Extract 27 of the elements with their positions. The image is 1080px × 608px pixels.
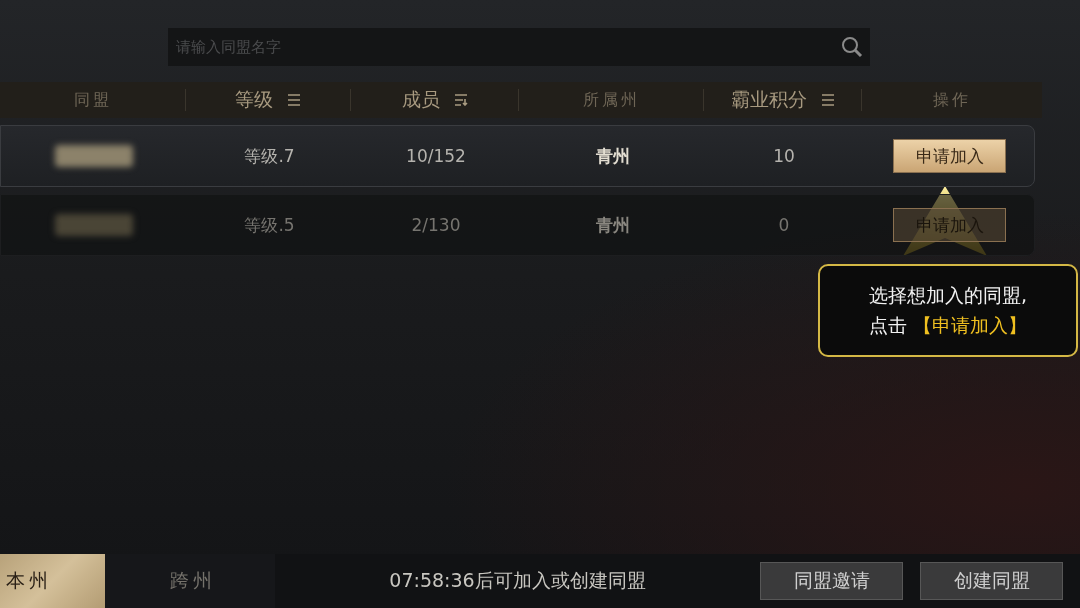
search-icon[interactable] [840, 35, 864, 59]
cooldown-text: 07:58:36后可加入或创建同盟 [388, 568, 647, 593]
tooltip-text: 点击 【申请加入】 [868, 312, 1027, 338]
column-header[interactable]: 等级 [235, 87, 273, 113]
table-cell-text: 0 [777, 215, 791, 235]
table-cell-text: 青州 [594, 213, 631, 237]
column-header: 所属州 [582, 89, 640, 111]
table-cell-text: 青州 [594, 144, 631, 168]
table-cell-text: 等级.7 [243, 144, 296, 168]
alliance-row[interactable]: 等级.5 2/130 青州 0 申请加入 [0, 194, 1035, 256]
apply-button[interactable]: 申请加入 [893, 139, 1006, 173]
list-icon[interactable] [287, 94, 301, 106]
table-cell-text: 10 [772, 146, 796, 166]
action-button[interactable]: 同盟邀请 [760, 562, 903, 600]
table-cell-text: 2/130 [410, 215, 462, 235]
list-icon[interactable] [820, 94, 835, 106]
tooltip-text: 选择想加入的同盟, [868, 282, 1027, 308]
action-button[interactable]: 创建同盟 [920, 562, 1063, 600]
sort-icon[interactable] [453, 94, 468, 106]
column-header[interactable]: 成员 [401, 87, 440, 113]
column-header: 操作 [933, 89, 971, 111]
table-cell-text: 等级.5 [243, 213, 296, 237]
table-cell-text: 10/152 [405, 146, 467, 166]
tab[interactable]: 跨州 [105, 554, 275, 608]
column-header: 同盟 [73, 89, 112, 111]
column-header[interactable]: 霸业积分 [730, 87, 807, 113]
tab[interactable]: 本州 [0, 554, 105, 608]
